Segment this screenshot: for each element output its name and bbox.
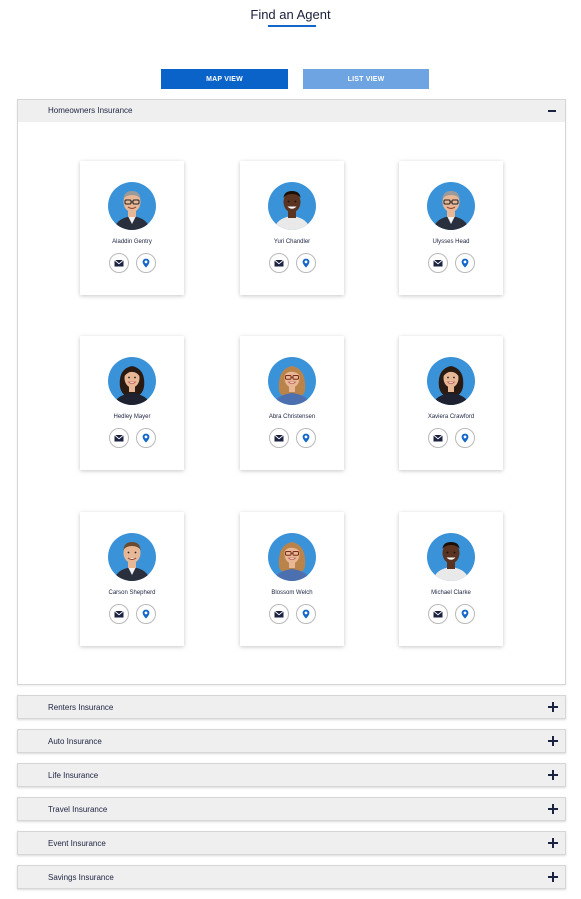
agent-name: Aladdin Gentry <box>112 239 152 245</box>
email-agent-button[interactable] <box>269 428 289 448</box>
accordion-header-homeowners[interactable]: Homeowners Insurance <box>18 100 565 122</box>
agent-card: Ulysses Head <box>399 161 503 295</box>
email-agent-button[interactable] <box>428 253 448 273</box>
agent-card: Abra Christensen <box>240 336 344 470</box>
agent-card: Carson Shepherd <box>80 512 184 646</box>
email-agent-button[interactable] <box>109 428 129 448</box>
email-agent-button[interactable] <box>109 253 129 273</box>
agent-name: Yuri Chandler <box>273 239 311 245</box>
plus-icon[interactable] <box>548 872 558 882</box>
agent-name: Hedley Mayer <box>113 414 151 420</box>
locate-agent-button[interactable] <box>296 253 316 273</box>
accordion-label: Homeowners Insurance <box>48 106 133 115</box>
agent-avatar <box>268 182 316 230</box>
accordion-label: Renters Insurance <box>48 703 114 712</box>
accordion-life[interactable]: Life Insurance <box>17 763 566 787</box>
agent-card: Blossom Welch <box>240 512 344 646</box>
agent-name: Xaviera Crawford <box>427 414 475 420</box>
agent-name: Abra Christensen <box>268 414 316 420</box>
agent-avatar <box>268 533 316 581</box>
agent-avatar <box>427 182 475 230</box>
agent-avatar <box>108 357 156 405</box>
locate-agent-button[interactable] <box>136 253 156 273</box>
accordion-travel[interactable]: Travel Insurance <box>17 797 566 821</box>
plus-icon[interactable] <box>548 804 558 814</box>
accordion-event[interactable]: Event Insurance <box>17 831 566 855</box>
accordion-homeowners: Homeowners Insurance Aladdin Gentry Yuri … <box>17 99 566 685</box>
locate-agent-button[interactable] <box>455 604 475 624</box>
accordion-label: Event Insurance <box>48 839 106 848</box>
plus-icon[interactable] <box>548 838 558 848</box>
plus-icon[interactable] <box>548 736 558 746</box>
agent-card: Hedley Mayer <box>80 336 184 470</box>
map-view-button[interactable]: MAP VIEW <box>161 69 288 89</box>
minus-icon[interactable] <box>548 110 556 112</box>
agent-card: Xaviera Crawford <box>399 336 503 470</box>
accordion-label: Travel Insurance <box>48 805 108 814</box>
email-agent-button[interactable] <box>428 428 448 448</box>
agent-avatar <box>427 533 475 581</box>
agent-avatar <box>108 533 156 581</box>
page-title-text: Find an Agent <box>250 7 331 22</box>
email-agent-button[interactable] <box>109 604 129 624</box>
agent-card: Yuri Chandler <box>240 161 344 295</box>
accordion-auto[interactable]: Auto Insurance <box>17 729 566 753</box>
accordion-label: Auto Insurance <box>48 737 102 746</box>
locate-agent-button[interactable] <box>296 604 316 624</box>
agent-avatar <box>108 182 156 230</box>
agent-card: Michael Clarke <box>399 512 503 646</box>
accordion-savings[interactable]: Savings Insurance <box>17 865 566 889</box>
accordion-renters[interactable]: Renters Insurance <box>17 695 566 719</box>
plus-icon[interactable] <box>548 770 558 780</box>
locate-agent-button[interactable] <box>136 428 156 448</box>
locate-agent-button[interactable] <box>296 428 316 448</box>
agent-card: Aladdin Gentry <box>80 161 184 295</box>
agent-avatar <box>427 357 475 405</box>
email-agent-button[interactable] <box>269 604 289 624</box>
list-view-button[interactable]: LIST VIEW <box>303 69 429 89</box>
locate-agent-button[interactable] <box>136 604 156 624</box>
accordion-label: Savings Insurance <box>48 873 114 882</box>
agent-name: Ulysses Head <box>432 239 470 245</box>
locate-agent-button[interactable] <box>455 253 475 273</box>
agent-name: Blossom Welch <box>271 590 313 596</box>
locate-agent-button[interactable] <box>455 428 475 448</box>
email-agent-button[interactable] <box>269 253 289 273</box>
email-agent-button[interactable] <box>428 604 448 624</box>
agent-name: Michael Clarke <box>431 590 471 596</box>
agent-avatar <box>268 357 316 405</box>
title-underline <box>268 25 316 27</box>
plus-icon[interactable] <box>548 702 558 712</box>
agent-name: Carson Shepherd <box>108 590 156 596</box>
accordion-label: Life Insurance <box>48 771 99 780</box>
